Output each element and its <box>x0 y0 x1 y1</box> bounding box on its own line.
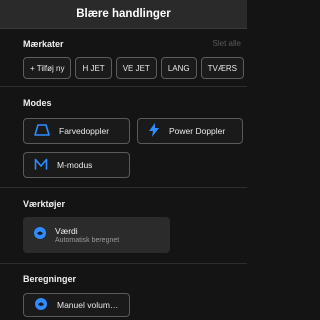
m-mode-button[interactable]: M-modus <box>23 152 130 178</box>
clear-all-button[interactable]: Slet alle <box>213 39 241 48</box>
tag-chip-list: + Tilføj ny H JET VE JET LANG TVÆRS <box>23 57 244 79</box>
power-doppler-label: Power Doppler <box>169 126 226 136</box>
tag-chip-ve-jet[interactable]: VE JET <box>115 57 157 79</box>
color-doppler-icon <box>34 124 50 138</box>
volume-value-card[interactable]: Værdi Automatisk beregnet <box>23 217 170 253</box>
add-tag-chip[interactable]: + Tilføj ny <box>23 57 72 79</box>
tags-section-label: Mærkater <box>23 39 64 49</box>
section-divider <box>0 263 247 264</box>
lightning-icon <box>148 123 160 139</box>
tag-chip-h-jet[interactable]: H JET <box>75 57 112 79</box>
color-doppler-label: Farvedoppler <box>59 126 110 136</box>
volume-value-title: Værdi <box>55 226 78 236</box>
section-divider <box>0 187 247 188</box>
modes-section-label: Modes <box>23 98 52 108</box>
bladder-icon <box>33 226 47 245</box>
manual-volume-button[interactable]: Manuel volumen <box>23 293 130 317</box>
tools-section-label: Værktøjer <box>23 199 66 209</box>
tag-chip-lang[interactable]: LANG <box>160 57 197 79</box>
color-doppler-button[interactable]: Farvedoppler <box>23 118 130 144</box>
m-mode-label: M-modus <box>57 160 93 170</box>
bladder-icon <box>34 297 48 313</box>
calculations-section-label: Beregninger <box>23 274 77 284</box>
title-bar: Blære handlinger <box>0 0 247 29</box>
tag-chip-tvaers[interactable]: TVÆRS <box>200 57 244 79</box>
section-divider <box>0 86 247 87</box>
m-mode-icon <box>34 158 48 172</box>
page-title: Blære handlinger <box>76 8 171 20</box>
power-doppler-button[interactable]: Power Doppler <box>137 118 243 144</box>
manual-volume-label: Manuel volumen <box>57 300 119 310</box>
volume-value-subtitle: Automatisk beregnet <box>55 237 120 244</box>
